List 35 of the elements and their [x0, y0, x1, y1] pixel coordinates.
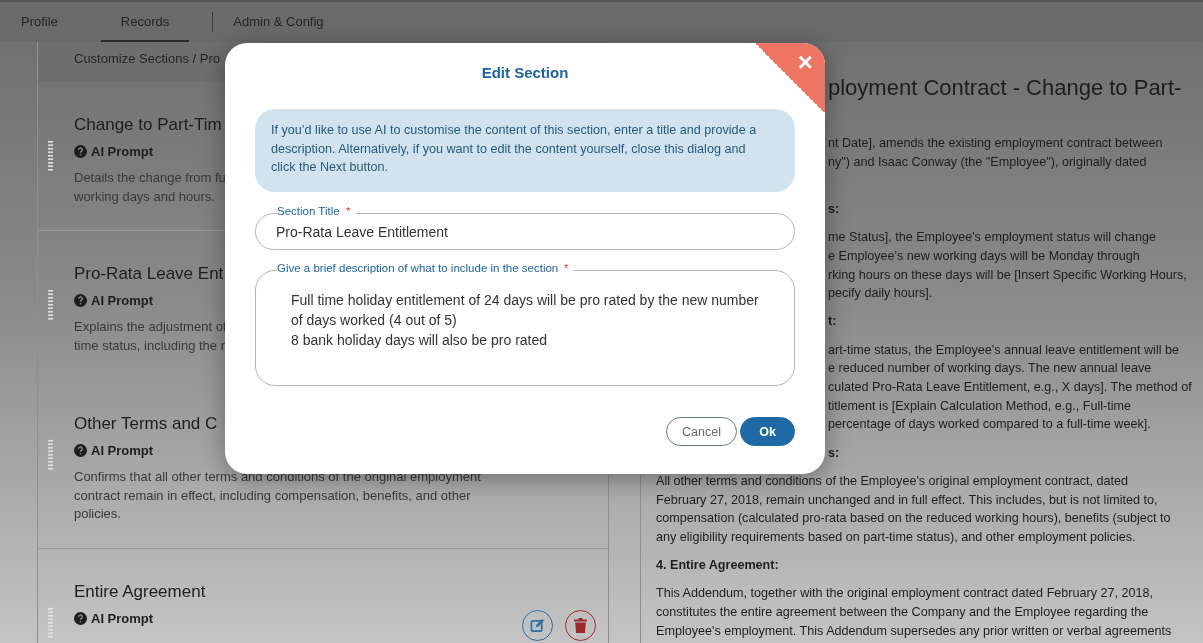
prompt-label: AI Prompt [91, 610, 154, 626]
document-paragraph: This Addendum, together with the original employment contract dated February 27, 2018, constitutes the entire agreement between the Company and the Employee regarding the Employee's employment. This Addendum supersedes any prior written or verbal agreements [656, 585, 1172, 640]
ok-button[interactable]: Ok [740, 417, 795, 447]
document-paragraph: me Status], the Employee's employment status will change e Employee's new working days will be Monday through rking hours on these days will be [Insert Specific Working Hours, pecify daily hours]. [828, 229, 1187, 303]
section-title: Entire Agreement [74, 581, 206, 602]
trash-icon [574, 617, 587, 633]
drag-handle-icon[interactable] [48, 438, 53, 471]
dialog-title: Edit Section [480, 64, 570, 81]
document-title: ployment Contract - Change to Part- [828, 75, 1182, 101]
help-icon [74, 443, 87, 457]
tab[interactable]: Profile [1, 2, 78, 42]
drag-handle-icon[interactable] [48, 606, 53, 639]
info-message: If you’d like to use AI to customise the content of this section, enter a title and provide a description. Alternatively, if you want to edit the content yourself, close this dialog and click the Next button. [255, 109, 795, 193]
document-paragraph: All other terms and conditions of the Employee's original employment contract, dated February 27, 2018, remain unchanged and in full effect. This includes, but is not limited to, compensation (calculated pro-rata based on the reduced working hours), benefits (subject to any eligibility requirements based on part-time status), and other employment policies. [656, 472, 1171, 546]
drag-handle-icon[interactable] [48, 140, 53, 172]
edit-icon [530, 617, 545, 633]
section-title: Other Terms and C [74, 413, 218, 434]
section-title: Pro-Rata Leave Ent [74, 264, 224, 285]
prompt-label: AI Prompt [91, 293, 154, 309]
document-paragraph: nt Date], amends the existing employment contract between ny") and Isaac Conway (the "Employee"), originally dated [828, 135, 1163, 171]
close-button[interactable]: × [755, 43, 825, 113]
help-icon [74, 294, 87, 308]
document-heading: s: [828, 200, 840, 218]
document-heading: 4. Entire Agreement: [656, 557, 779, 575]
section-description: Details the change from fu working days and hours. [74, 169, 226, 206]
document-heading: t: [828, 313, 837, 331]
prompt-label: AI Prompt [91, 442, 154, 458]
cancel-button[interactable]: Cancel [666, 417, 737, 447]
prompt-label: AI Prompt [91, 144, 154, 159]
help-icon [74, 611, 87, 625]
help-icon [74, 145, 87, 158]
document-heading: s: [828, 444, 840, 462]
section-title: Change to Part-Tim [74, 115, 222, 135]
drag-handle-icon[interactable] [48, 289, 53, 322]
document-paragraph: art-time status, the Employee's annual leave entitlement will be e reduced number of working days. The new annual leave culated Pro-Rata Leave Entitlement, e.g., X days]. The method of titlement is [Explain Calculation Method, e.g., Full-time percentage of days worked compared to a full-time week]. [828, 341, 1192, 434]
